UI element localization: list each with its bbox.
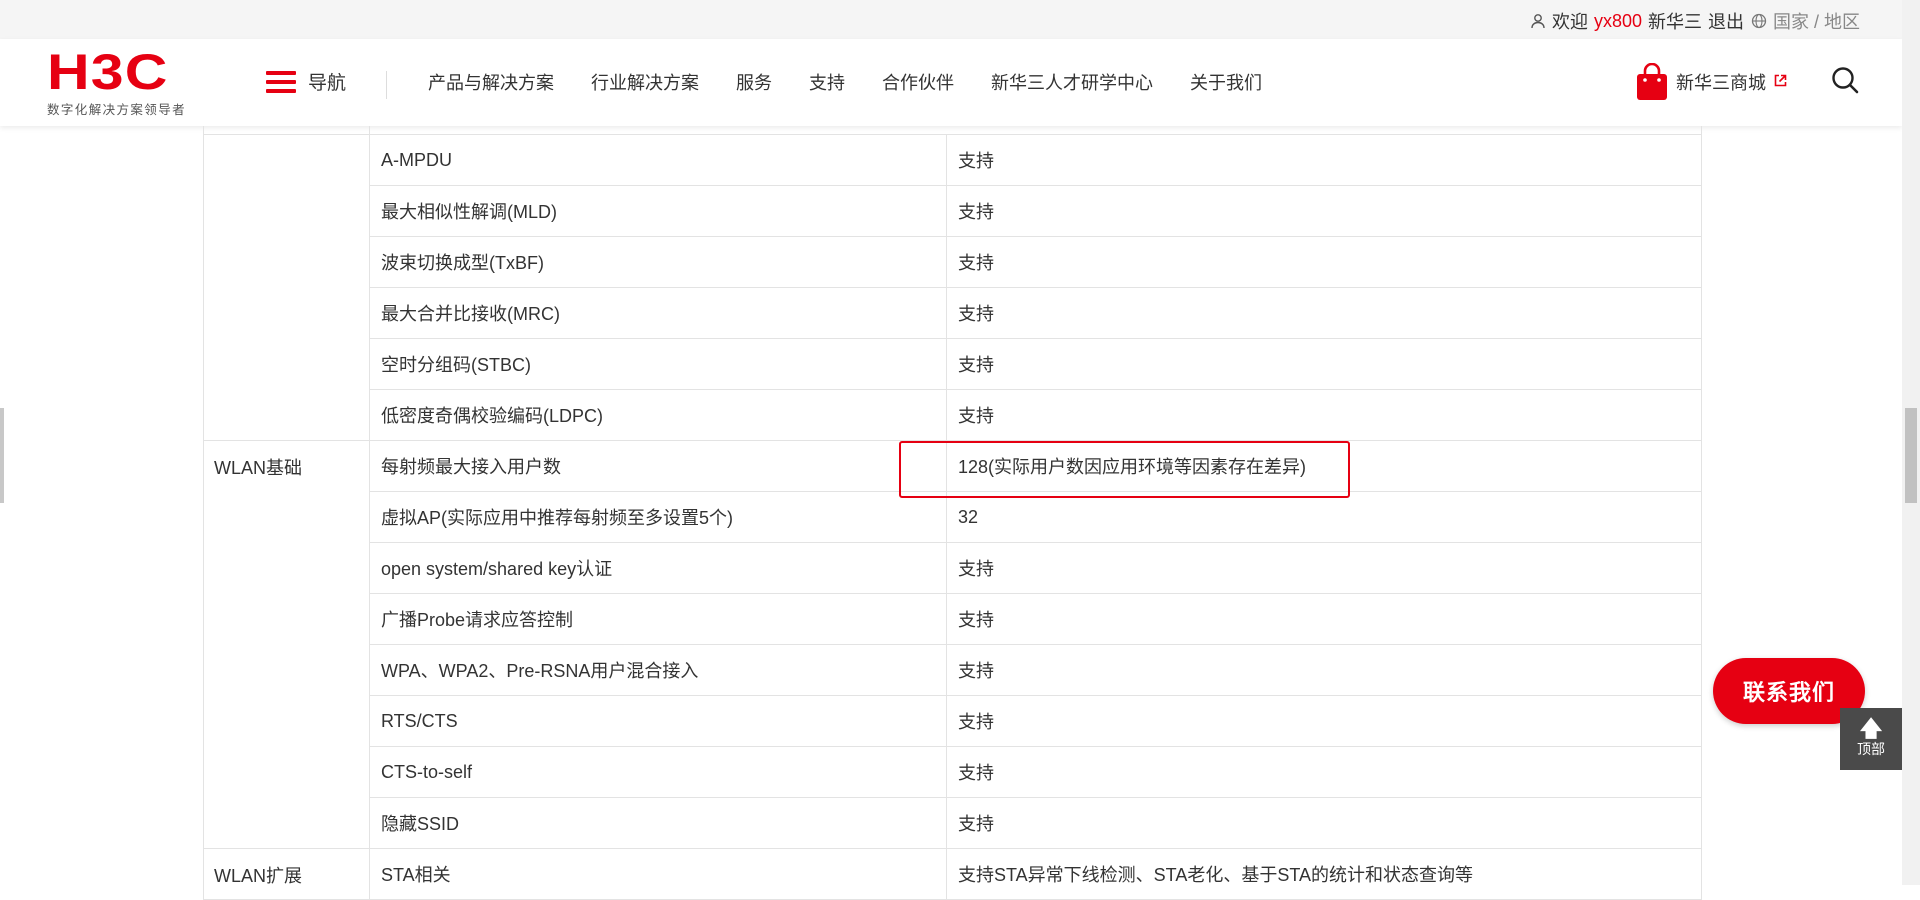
nav-item-service[interactable]: 服务 bbox=[736, 69, 772, 95]
back-to-top-label: 顶部 bbox=[1857, 741, 1885, 757]
value-cell: 支持STA异常下线检测、STA老化、基于STA的统计和状态查询等 bbox=[946, 848, 1702, 900]
left-edge-marker bbox=[0, 408, 4, 503]
nav-item-about[interactable]: 关于我们 bbox=[1190, 69, 1262, 95]
feature-cell: CTS-to-self bbox=[369, 746, 947, 798]
feature-cell: STA相关 bbox=[369, 848, 947, 900]
feature-cell: 低密度奇偶校验编码(LDPC) bbox=[369, 389, 947, 441]
nav-item-industry[interactable]: 行业解决方案 bbox=[591, 69, 699, 95]
value-cell: 支持 bbox=[946, 797, 1702, 849]
main-nav: 产品与解决方案 行业解决方案 服务 支持 合作伙伴 新华三人才研学中心 关于我们 bbox=[428, 69, 1299, 95]
username-link[interactable]: yx800 bbox=[1594, 11, 1642, 32]
table-row: 虚拟AP(实际应用中推荐每射频至多设置5个) 32 bbox=[204, 491, 1702, 543]
table-row: open system/shared key认证 支持 bbox=[204, 542, 1702, 594]
feature-cell: 每射频最大接入用户数 bbox=[369, 440, 947, 492]
nav-menu-button[interactable]: 导航 bbox=[266, 68, 346, 95]
nav-item-support[interactable]: 支持 bbox=[809, 69, 845, 95]
feature-cell: 最大相似性解调(MLD) bbox=[369, 185, 947, 237]
table-row: 空时分组码(STBC) 支持 bbox=[204, 338, 1702, 390]
welcome-text: 欢迎 bbox=[1551, 12, 1588, 32]
nav-item-products[interactable]: 产品与解决方案 bbox=[428, 69, 554, 95]
value-cell: 支持 bbox=[946, 644, 1702, 696]
feature-cell: 波束切换成型(TxBF) bbox=[369, 236, 947, 288]
value-cell: 支持 bbox=[946, 236, 1702, 288]
table-row: CTS-to-self 支持 bbox=[204, 746, 1702, 798]
table-row: A-MPDU 支持 bbox=[203, 134, 1702, 441]
arrow-up-icon: 🡅 bbox=[1859, 716, 1883, 741]
value-cell: 支持 bbox=[946, 593, 1702, 645]
value-cell: 支持 bbox=[946, 185, 1702, 237]
main-header: H3C 数字化解决方案领导者 导航 产品与解决方案 行业解决方案 服务 支持 合… bbox=[0, 39, 1902, 126]
value-cell: 支持 bbox=[946, 746, 1702, 798]
globe-icon bbox=[1751, 13, 1767, 29]
feature-cell: 空时分组码(STBC) bbox=[369, 338, 947, 390]
feature-cell: RTS/CTS bbox=[369, 695, 947, 747]
table-row: 最大相似性解调(MLD) 支持 bbox=[204, 185, 1702, 237]
category-cell: WLAN扩展 bbox=[203, 848, 370, 900]
feature-cell: open system/shared key认证 bbox=[369, 542, 947, 594]
nav-item-talent-center[interactable]: 新华三人才研学中心 bbox=[991, 69, 1153, 95]
company-text: 新华三 bbox=[1648, 12, 1702, 32]
value-cell: 支持 bbox=[946, 389, 1702, 441]
table-row: 波束切换成型(TxBF) 支持 bbox=[204, 236, 1702, 288]
search-icon[interactable] bbox=[1831, 66, 1859, 99]
shopping-bag-icon bbox=[1636, 62, 1668, 101]
category-cell bbox=[203, 134, 370, 441]
value-cell: 支持 bbox=[946, 338, 1702, 390]
category-cell: WLAN基础 bbox=[203, 440, 370, 849]
region-label: 国家 / 地区 bbox=[1772, 12, 1860, 32]
hamburger-icon bbox=[266, 70, 296, 93]
user-icon bbox=[1530, 13, 1546, 29]
table-top-edge bbox=[203, 126, 1702, 134]
table-row: 最大合并比接收(MRC) 支持 bbox=[204, 287, 1702, 339]
value-cell: 支持 bbox=[946, 134, 1702, 186]
spec-table: A-MPDU 支持 最大相似性解调(MLD) 支持 波束切换成型(TxBF) 支持 最大合并… bbox=[203, 134, 1702, 900]
feature-cell: WPA、WPA2、Pre-RSNA用户混合接入 bbox=[369, 644, 947, 696]
back-to-top-button[interactable]: 🡅 顶部 bbox=[1840, 708, 1902, 770]
nav-divider bbox=[386, 71, 387, 99]
value-cell: 支持 bbox=[946, 695, 1702, 747]
value-cell: 支持 bbox=[946, 542, 1702, 594]
table-row: 低密度奇偶校验编码(LDPC) 支持 bbox=[204, 389, 1702, 441]
feature-cell: 虚拟AP(实际应用中推荐每射频至多设置5个) bbox=[369, 491, 947, 543]
table-row: WPA、WPA2、Pre-RSNA用户混合接入 支持 bbox=[204, 644, 1702, 696]
feature-cell: 最大合并比接收(MRC) bbox=[369, 287, 947, 339]
h3c-logo[interactable]: H3C 数字化解决方案领导者 bbox=[47, 47, 202, 118]
feature-cell: A-MPDU bbox=[369, 134, 947, 186]
logout-link[interactable]: 退出 bbox=[1708, 8, 1744, 34]
region-selector[interactable]: 国家 / 地区 bbox=[1751, 8, 1860, 34]
table-row: WLAN扩展 STA相关 支持STA异常下线检测、STA老化、基于STA的统计和状态… bbox=[203, 848, 1702, 900]
mall-label: 新华三商城 bbox=[1676, 73, 1766, 93]
value-cell: 128(实际用户数因应用环境等因素存在差异) bbox=[946, 440, 1702, 492]
logo-slogan: 数字化解决方案领导者 bbox=[47, 103, 187, 117]
nav-menu-label: 导航 bbox=[308, 73, 347, 94]
top-utility-bar: 欢迎 yx800 新华三 退出 国家 / 地区 bbox=[0, 0, 1920, 39]
welcome-area: 欢迎 yx800 新华三 退出 bbox=[1530, 8, 1744, 34]
value-cell: 32 bbox=[946, 491, 1702, 543]
external-link-icon bbox=[1774, 74, 1787, 90]
feature-cell: 广播Probe请求应答控制 bbox=[369, 593, 947, 645]
table-row: 广播Probe请求应答控制 支持 bbox=[204, 593, 1702, 645]
value-cell: 支持 bbox=[946, 287, 1702, 339]
nav-item-partners[interactable]: 合作伙伴 bbox=[882, 69, 954, 95]
logo-mark: H3C bbox=[47, 44, 169, 100]
table-row: WLAN基础 每射频最大接入用户数 128(实际用户数因应用环境等因素存在差异) bbox=[203, 440, 1702, 849]
spec-table-body: A-MPDU 支持 最大相似性解调(MLD) 支持 波束切换成型(TxBF) 支持 最大合并… bbox=[203, 134, 1702, 900]
table-row: RTS/CTS 支持 bbox=[204, 695, 1702, 747]
table-row: 隐藏SSID 支持 bbox=[204, 797, 1702, 849]
mall-link[interactable]: 新华三商城 bbox=[1636, 62, 1787, 101]
feature-cell: 隐藏SSID bbox=[369, 797, 947, 849]
scrollbar-thumb[interactable] bbox=[1905, 408, 1917, 503]
